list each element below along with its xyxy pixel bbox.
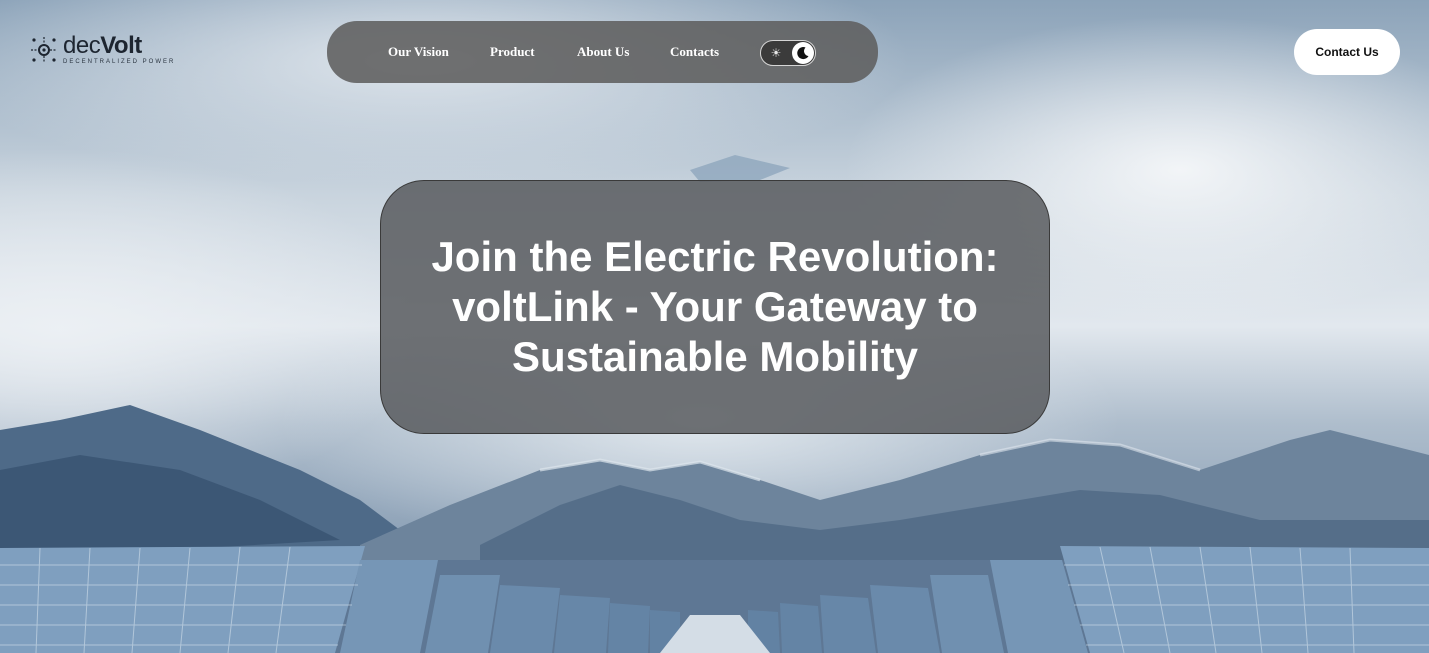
nav-item-contacts[interactable]: Contacts [670, 44, 719, 60]
main-navigation: Our Vision Product About Us Contacts ☀ [327, 21, 878, 83]
sun-icon: ☀ [770, 46, 782, 60]
moon-icon [797, 47, 809, 60]
brand-name-bold: Volt [100, 32, 142, 59]
toggle-knob [792, 42, 814, 64]
nav-item-product[interactable]: Product [490, 44, 535, 60]
brand-name: decVolt [63, 34, 175, 58]
contact-us-button[interactable]: Contact Us [1294, 29, 1400, 75]
brand-logo[interactable]: decVolt DECENTRALIZED POWER [29, 34, 175, 65]
nav-item-our-vision[interactable]: Our Vision [388, 44, 449, 60]
circuit-node-icon [31, 36, 57, 63]
brand-name-light: dec [63, 32, 101, 59]
brand-tagline: DECENTRALIZED POWER [63, 59, 176, 65]
hero-title: Join the Electric Revolution: voltLink -… [431, 233, 999, 380]
nav-item-about-us[interactable]: About Us [577, 44, 629, 60]
theme-toggle[interactable]: ☀ [760, 40, 816, 66]
hero-card: Join the Electric Revolution: voltLink -… [380, 180, 1050, 434]
